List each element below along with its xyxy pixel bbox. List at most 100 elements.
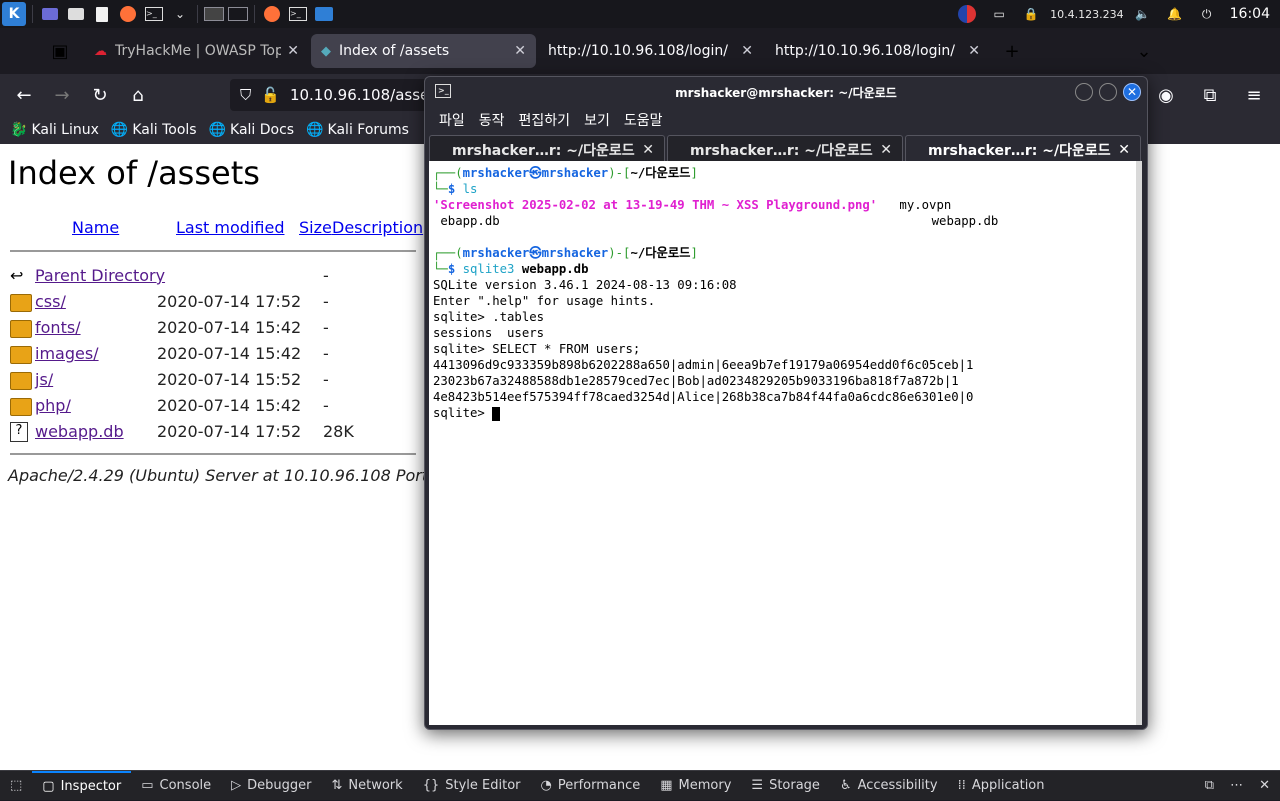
- power-icon[interactable]: ⏻: [1196, 4, 1218, 24]
- devtools-tab-network[interactable]: ⇅ Network: [322, 771, 413, 801]
- menu-view[interactable]: 보기: [584, 110, 610, 130]
- forward-button[interactable]: →: [44, 79, 80, 111]
- tab-login-2[interactable]: http://10.10.96.108/login/ ✕: [765, 34, 990, 68]
- kali-menu-icon[interactable]: K: [2, 2, 26, 26]
- tab-tryhackme[interactable]: ☁ TryHackMe | OWASP Top ✕: [84, 34, 309, 68]
- volume-icon[interactable]: 🔈: [1132, 4, 1154, 24]
- close-devtools-icon[interactable]: ✕: [1259, 778, 1270, 793]
- url-text[interactable]: 10.10.96.108/asse: [290, 86, 429, 104]
- shield-icon[interactable]: ⛉: [240, 86, 251, 104]
- clock[interactable]: 16:04: [1230, 6, 1270, 22]
- file-manager-icon[interactable]: [65, 4, 87, 24]
- list-item: ? webapp.db 2020-07-14 17:52 28K: [10, 422, 430, 448]
- file-link[interactable]: php/: [35, 396, 71, 415]
- more-options-icon[interactable]: ⋯: [1230, 778, 1243, 793]
- desktop-icon[interactable]: [39, 4, 61, 24]
- menu-file[interactable]: 파일: [439, 110, 465, 130]
- devtools-tab-console[interactable]: ▭ Console: [131, 771, 221, 801]
- file-link[interactable]: js/: [35, 370, 53, 389]
- firefox-window-icon[interactable]: [261, 4, 283, 24]
- file-size: -: [323, 318, 329, 337]
- new-tab-button[interactable]: +: [994, 35, 1030, 67]
- menu-help[interactable]: 도움말: [624, 110, 663, 130]
- column-name-link[interactable]: Name: [72, 218, 119, 237]
- file-size: -: [323, 266, 329, 285]
- close-button[interactable]: ✕: [1123, 83, 1141, 101]
- terminal-tab-2[interactable]: mrshacker…r: ~/다운로드 ✕: [667, 135, 903, 163]
- devtools-tab-label: Inspector: [60, 779, 122, 794]
- column-description-link[interactable]: Description: [332, 218, 423, 237]
- element-picker-icon[interactable]: ⬚: [0, 771, 32, 801]
- parent-directory-link[interactable]: Parent Directory: [35, 266, 165, 285]
- screen-icon[interactable]: ▭: [988, 4, 1010, 24]
- korean-input-icon[interactable]: [956, 4, 978, 24]
- terminal-titlebar[interactable]: >_ mrshacker@mrshacker: ~/다운로드 ✕: [425, 77, 1147, 107]
- close-icon[interactable]: ✕: [514, 43, 526, 59]
- terminal-icon[interactable]: >_: [143, 4, 165, 24]
- close-icon[interactable]: ✕: [968, 43, 980, 59]
- output-line: sqlite> .tables: [433, 310, 545, 324]
- close-icon[interactable]: ✕: [642, 142, 654, 158]
- file-link[interactable]: webapp.db: [35, 422, 124, 441]
- panel-separator: [197, 5, 198, 23]
- close-icon[interactable]: ✕: [741, 43, 753, 59]
- menu-actions[interactable]: 동작: [479, 110, 505, 130]
- network-lock-icon[interactable]: 🔒: [1020, 4, 1042, 24]
- output-line: sessions users: [433, 326, 545, 340]
- bookmark-kali-docs[interactable]: 🌐 Kali Docs: [209, 122, 295, 138]
- insecure-lock-icon[interactable]: 🔓: [261, 86, 280, 104]
- devtools-toolbar: ⬚ ▢ Inspector ▭ Console ▷ Debugger ⇅ Network…: [0, 770, 1280, 800]
- tab-login-1[interactable]: http://10.10.96.108/login/ ✕: [538, 34, 763, 68]
- terminal-window-icon[interactable]: >_: [287, 4, 309, 24]
- close-icon[interactable]: ✕: [1118, 142, 1130, 158]
- tab-list-chevron-icon[interactable]: ⌄: [1126, 35, 1162, 67]
- account-icon[interactable]: ◉: [1148, 79, 1184, 111]
- file-link[interactable]: images/: [35, 344, 99, 363]
- tab-overview-icon[interactable]: ▣: [42, 35, 78, 67]
- workspace-2[interactable]: [228, 7, 248, 21]
- ls-entry: ebapp.db: [440, 214, 500, 228]
- minimize-button[interactable]: [1075, 83, 1093, 101]
- close-icon[interactable]: ✕: [880, 142, 892, 158]
- devtools-tab-inspector[interactable]: ▢ Inspector: [32, 770, 132, 801]
- menu-edit[interactable]: 편집하기: [519, 110, 571, 130]
- terminal-window[interactable]: >_ mrshacker@mrshacker: ~/다운로드 ✕ 파일 동작 편…: [424, 76, 1148, 730]
- folder-icon: [10, 346, 32, 364]
- reload-button[interactable]: ↻: [82, 79, 118, 111]
- devtools-tab-accessibility[interactable]: ♿ Accessibility: [830, 771, 948, 801]
- download-folder-icon[interactable]: [313, 4, 335, 24]
- devtools-tab-debugger[interactable]: ▷ Debugger: [221, 771, 321, 801]
- devtools-tab-performance[interactable]: ◔ Performance: [531, 771, 651, 801]
- tab-index-of-assets[interactable]: ◆ Index of /assets ✕: [311, 34, 536, 68]
- extensions-icon[interactable]: ⧉: [1192, 79, 1228, 111]
- menu-icon[interactable]: ≡: [1236, 79, 1272, 111]
- devtools-tab-memory[interactable]: ▦ Memory: [650, 771, 741, 801]
- bookmark-kali-linux[interactable]: 🐉 Kali Linux: [10, 122, 99, 138]
- storage-icon: ☰: [751, 778, 764, 793]
- terminal-scrollbar[interactable]: [1136, 161, 1142, 725]
- console-icon: ▭: [141, 778, 154, 793]
- terminal-tab-1[interactable]: mrshacker…r: ~/다운로드 ✕: [429, 135, 665, 163]
- column-size-link[interactable]: Size: [299, 218, 332, 237]
- text-editor-icon[interactable]: [91, 4, 113, 24]
- file-link[interactable]: css/: [35, 292, 66, 311]
- file-link[interactable]: fonts/: [35, 318, 81, 337]
- close-icon[interactable]: ✕: [287, 43, 299, 59]
- notification-bell-icon[interactable]: 🔔: [1164, 4, 1186, 24]
- maximize-button[interactable]: [1099, 83, 1117, 101]
- devtools-tab-style-editor[interactable]: {} Style Editor: [413, 771, 531, 801]
- devtools-tab-application[interactable]: ⁞⁞ Application: [948, 771, 1055, 801]
- firefox-icon[interactable]: [117, 4, 139, 24]
- dock-side-icon[interactable]: ⧉: [1205, 778, 1214, 793]
- chevron-down-icon[interactable]: ⌄: [169, 4, 191, 24]
- devtools-tab-storage[interactable]: ☰ Storage: [741, 771, 830, 801]
- back-button[interactable]: ←: [6, 79, 42, 111]
- terminal-output[interactable]: ┌──(mrshacker㉿mrshacker)-[~/다운로드] └─$ ls…: [429, 161, 1139, 725]
- bookmark-kali-forums[interactable]: 🌐 Kali Forums: [306, 122, 409, 138]
- terminal-tab-3[interactable]: mrshacker…r: ~/다운로드 ✕: [905, 135, 1141, 163]
- home-button[interactable]: ⌂: [120, 79, 156, 111]
- column-last-modified-link[interactable]: Last modified: [176, 218, 284, 237]
- bookmark-kali-tools[interactable]: 🌐 Kali Tools: [111, 122, 197, 138]
- workspace-1[interactable]: [204, 7, 224, 21]
- output-line: 'Screenshot 2025-02-02 at 13-19-49 THM ~…: [433, 197, 1135, 213]
